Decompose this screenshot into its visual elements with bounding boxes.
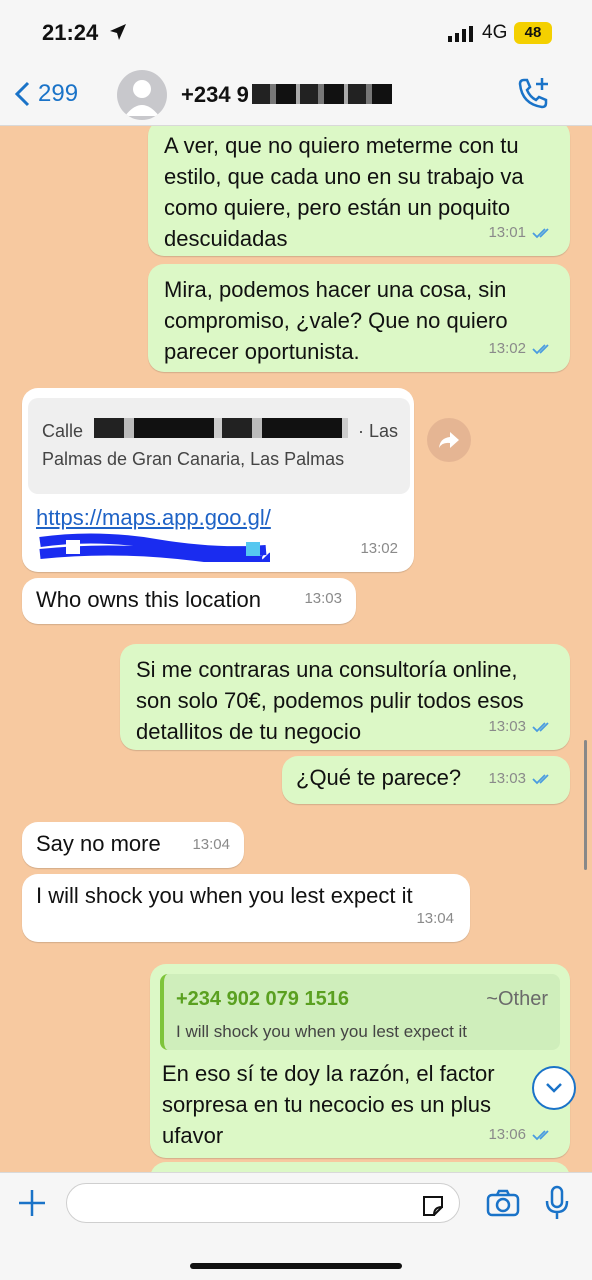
maps-link[interactable]: https://maps.app.goo.gl/: [36, 502, 271, 533]
chevron-left-icon: [14, 81, 30, 107]
composer-bar: [0, 1172, 592, 1280]
location-city: Palmas de Gran Canaria, Las Palmas: [42, 449, 345, 469]
message-time: 13:02: [360, 540, 398, 557]
redaction-bar: [252, 84, 392, 104]
message-time: 13:01: [488, 217, 554, 248]
message-time: 13:04: [192, 836, 230, 853]
chevron-down-icon: [546, 1083, 562, 1093]
location-line-end: · Las: [358, 421, 399, 441]
scroll-down-button[interactable]: [532, 1066, 576, 1110]
sticker-icon[interactable]: [420, 1193, 446, 1219]
message-bubble[interactable]: Mira, podemos hacer una cosa, sin compro…: [148, 264, 570, 372]
read-ticks-icon: [532, 227, 549, 238]
message-time: 13:03: [488, 711, 554, 742]
message-bubble[interactable]: ¿Qué te parece? 13:03: [282, 756, 570, 804]
location-card[interactable]: Calle · Las Palmas de Gran Canaria, Las …: [28, 398, 410, 494]
message-bubble[interactable]: Si me contraras una consultoría online, …: [120, 644, 570, 750]
message-time: 13:03: [488, 763, 554, 794]
chat-area[interactable]: A ver, que no quiero meterme con tu esti…: [0, 126, 592, 1172]
microphone-icon[interactable]: [544, 1185, 570, 1221]
message-bubble[interactable]: A ver, que no quiero meterme con tu esti…: [148, 126, 570, 256]
back-count: 299: [38, 80, 79, 107]
message-time: 13:06: [488, 1119, 554, 1150]
read-ticks-icon: [532, 721, 549, 732]
share-button[interactable]: [427, 418, 471, 462]
person-icon: [125, 80, 159, 116]
back-button[interactable]: 299: [14, 80, 78, 108]
location-message[interactable]: Calle · Las Palmas de Gran Canaria, Las …: [22, 388, 414, 572]
quoted-message[interactable]: +234 902 079 1516 ~Other I will shock yo…: [160, 974, 560, 1050]
chat-header: 21:24 4G 48 299 +234 9: [0, 0, 592, 126]
signal-icon: [448, 26, 473, 42]
home-indicator: [190, 1263, 402, 1269]
location-street: Calle: [42, 421, 84, 441]
avatar[interactable]: [117, 70, 167, 120]
message-bubble-partial[interactable]: [150, 1162, 570, 1172]
message-bubble[interactable]: Say no more 13:04: [22, 822, 244, 868]
scribble-redaction: [39, 533, 270, 562]
message-input[interactable]: [66, 1183, 460, 1223]
message-text: En eso sí te doy la razón, el factor sor…: [162, 1061, 495, 1148]
camera-icon[interactable]: [486, 1189, 520, 1217]
read-ticks-icon: [532, 343, 549, 354]
read-ticks-icon: [532, 1129, 549, 1140]
plus-icon[interactable]: [16, 1187, 48, 1219]
read-ticks-icon: [532, 773, 549, 784]
message-text: I will shock you when you lest expect it: [36, 883, 413, 908]
battery-indicator: 48: [514, 22, 552, 44]
message-time: 13:04: [416, 910, 454, 927]
redaction-bar: [94, 418, 348, 438]
contact-name[interactable]: +234 9: [181, 82, 249, 108]
forward-arrow-icon: [439, 432, 459, 448]
message-time: 13:03: [304, 590, 342, 607]
scrollbar[interactable]: [584, 740, 587, 870]
quote-text: I will shock you when you lest expect it: [176, 1022, 468, 1041]
message-bubble[interactable]: Who owns this location 13:03: [22, 578, 356, 624]
status-time: 21:24: [42, 20, 99, 45]
message-text: Who owns this location: [36, 587, 261, 612]
message-bubble[interactable]: I will shock you when you lest expect it…: [22, 874, 470, 942]
location-arrow-icon: [110, 24, 126, 40]
reply-message-bubble[interactable]: +234 902 079 1516 ~Other I will shock yo…: [150, 964, 570, 1158]
message-time: 13:02: [488, 333, 554, 364]
quote-author: +234 902 079 1516: [176, 988, 349, 1010]
add-call-icon[interactable]: [514, 76, 552, 112]
network-label: 4G: [482, 22, 508, 43]
quote-label: ~Other: [486, 988, 548, 1010]
